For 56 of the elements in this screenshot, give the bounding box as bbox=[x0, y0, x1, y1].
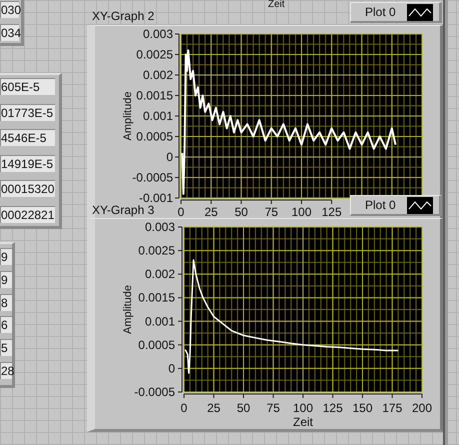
numeric-indicator: 4546E-5 bbox=[0, 129, 55, 146]
tick-label: 50 bbox=[234, 205, 248, 218]
numeric-indicator: 28 bbox=[0, 362, 12, 379]
tick-label: 200 bbox=[412, 401, 432, 415]
tick-label: -0.001 bbox=[138, 191, 173, 205]
numeric-indicator: 6 bbox=[0, 316, 12, 334]
tick-label: 0.0015 bbox=[136, 88, 173, 102]
tick-label: 150 bbox=[352, 401, 373, 415]
numeric-indicator: 034 bbox=[0, 24, 19, 41]
tick-label: 0.0005 bbox=[136, 130, 173, 144]
numeric-indicator: 14919E-5 bbox=[0, 154, 55, 172]
plot-legend[interactable]: Plot 0 bbox=[350, 195, 442, 216]
numeric-indicator: 00015320 bbox=[0, 180, 55, 198]
numeric-indicator: 605E-5 bbox=[0, 78, 55, 95]
tick-label: 0.003 bbox=[142, 27, 173, 41]
tick-label: 0.002 bbox=[142, 68, 173, 82]
line-style-icon bbox=[407, 4, 433, 20]
tick-label: 175 bbox=[382, 401, 402, 415]
numeric-indicator: 01773E-5 bbox=[0, 104, 55, 121]
tick-label: 25 bbox=[207, 401, 220, 415]
numeric-indicator: 9 bbox=[0, 248, 12, 265]
tick-label: 50 bbox=[236, 401, 250, 415]
tick-label: 0.0005 bbox=[138, 338, 175, 352]
line-style-icon bbox=[407, 196, 433, 214]
graph-title: XY-Graph 2 bbox=[92, 10, 154, 22]
tick-label: 0.0025 bbox=[138, 244, 175, 258]
numeric-indicator: 030 bbox=[0, 1, 19, 18]
plot-legend[interactable]: Plot 0 bbox=[350, 2, 442, 23]
axis-label: Zeit bbox=[293, 415, 313, 429]
tick-label: 75 bbox=[264, 205, 278, 218]
axis-label: Zeit bbox=[268, 0, 285, 10]
axis-label: Amplitude bbox=[122, 285, 134, 334]
tick-label: 0.003 bbox=[144, 220, 175, 234]
numeric-indicator: 8 bbox=[0, 294, 12, 311]
tick-label: 0.0025 bbox=[136, 48, 173, 62]
tick-label: 0 bbox=[180, 401, 188, 415]
tick-label: 0 bbox=[166, 150, 173, 164]
numeric-indicator: 5 bbox=[0, 339, 12, 356]
tick-label: 0.001 bbox=[144, 314, 175, 328]
tick-label: 100 bbox=[291, 205, 312, 218]
tick-label: 75 bbox=[266, 401, 280, 415]
numeric-indicator: 9 bbox=[0, 270, 12, 288]
numeric-indicator: 00022821 bbox=[0, 206, 55, 223]
axis-label: Amplitude bbox=[122, 92, 134, 140]
tick-label: 0.002 bbox=[144, 267, 175, 282]
tick-label: -0.0005 bbox=[134, 385, 175, 399]
tick-label: 25 bbox=[204, 205, 218, 218]
tick-label: 125 bbox=[322, 401, 343, 415]
graph-title: XY-Graph 3 bbox=[92, 204, 154, 216]
tick-label: 125 bbox=[322, 205, 342, 218]
tick-label: 0.0015 bbox=[138, 290, 175, 305]
tick-label: 0 bbox=[178, 205, 184, 218]
tick-label: 0.001 bbox=[142, 109, 173, 123]
tick-label: -0.0005 bbox=[132, 170, 173, 184]
tick-label: 0 bbox=[168, 361, 175, 376]
tick-label: 100 bbox=[292, 401, 314, 415]
